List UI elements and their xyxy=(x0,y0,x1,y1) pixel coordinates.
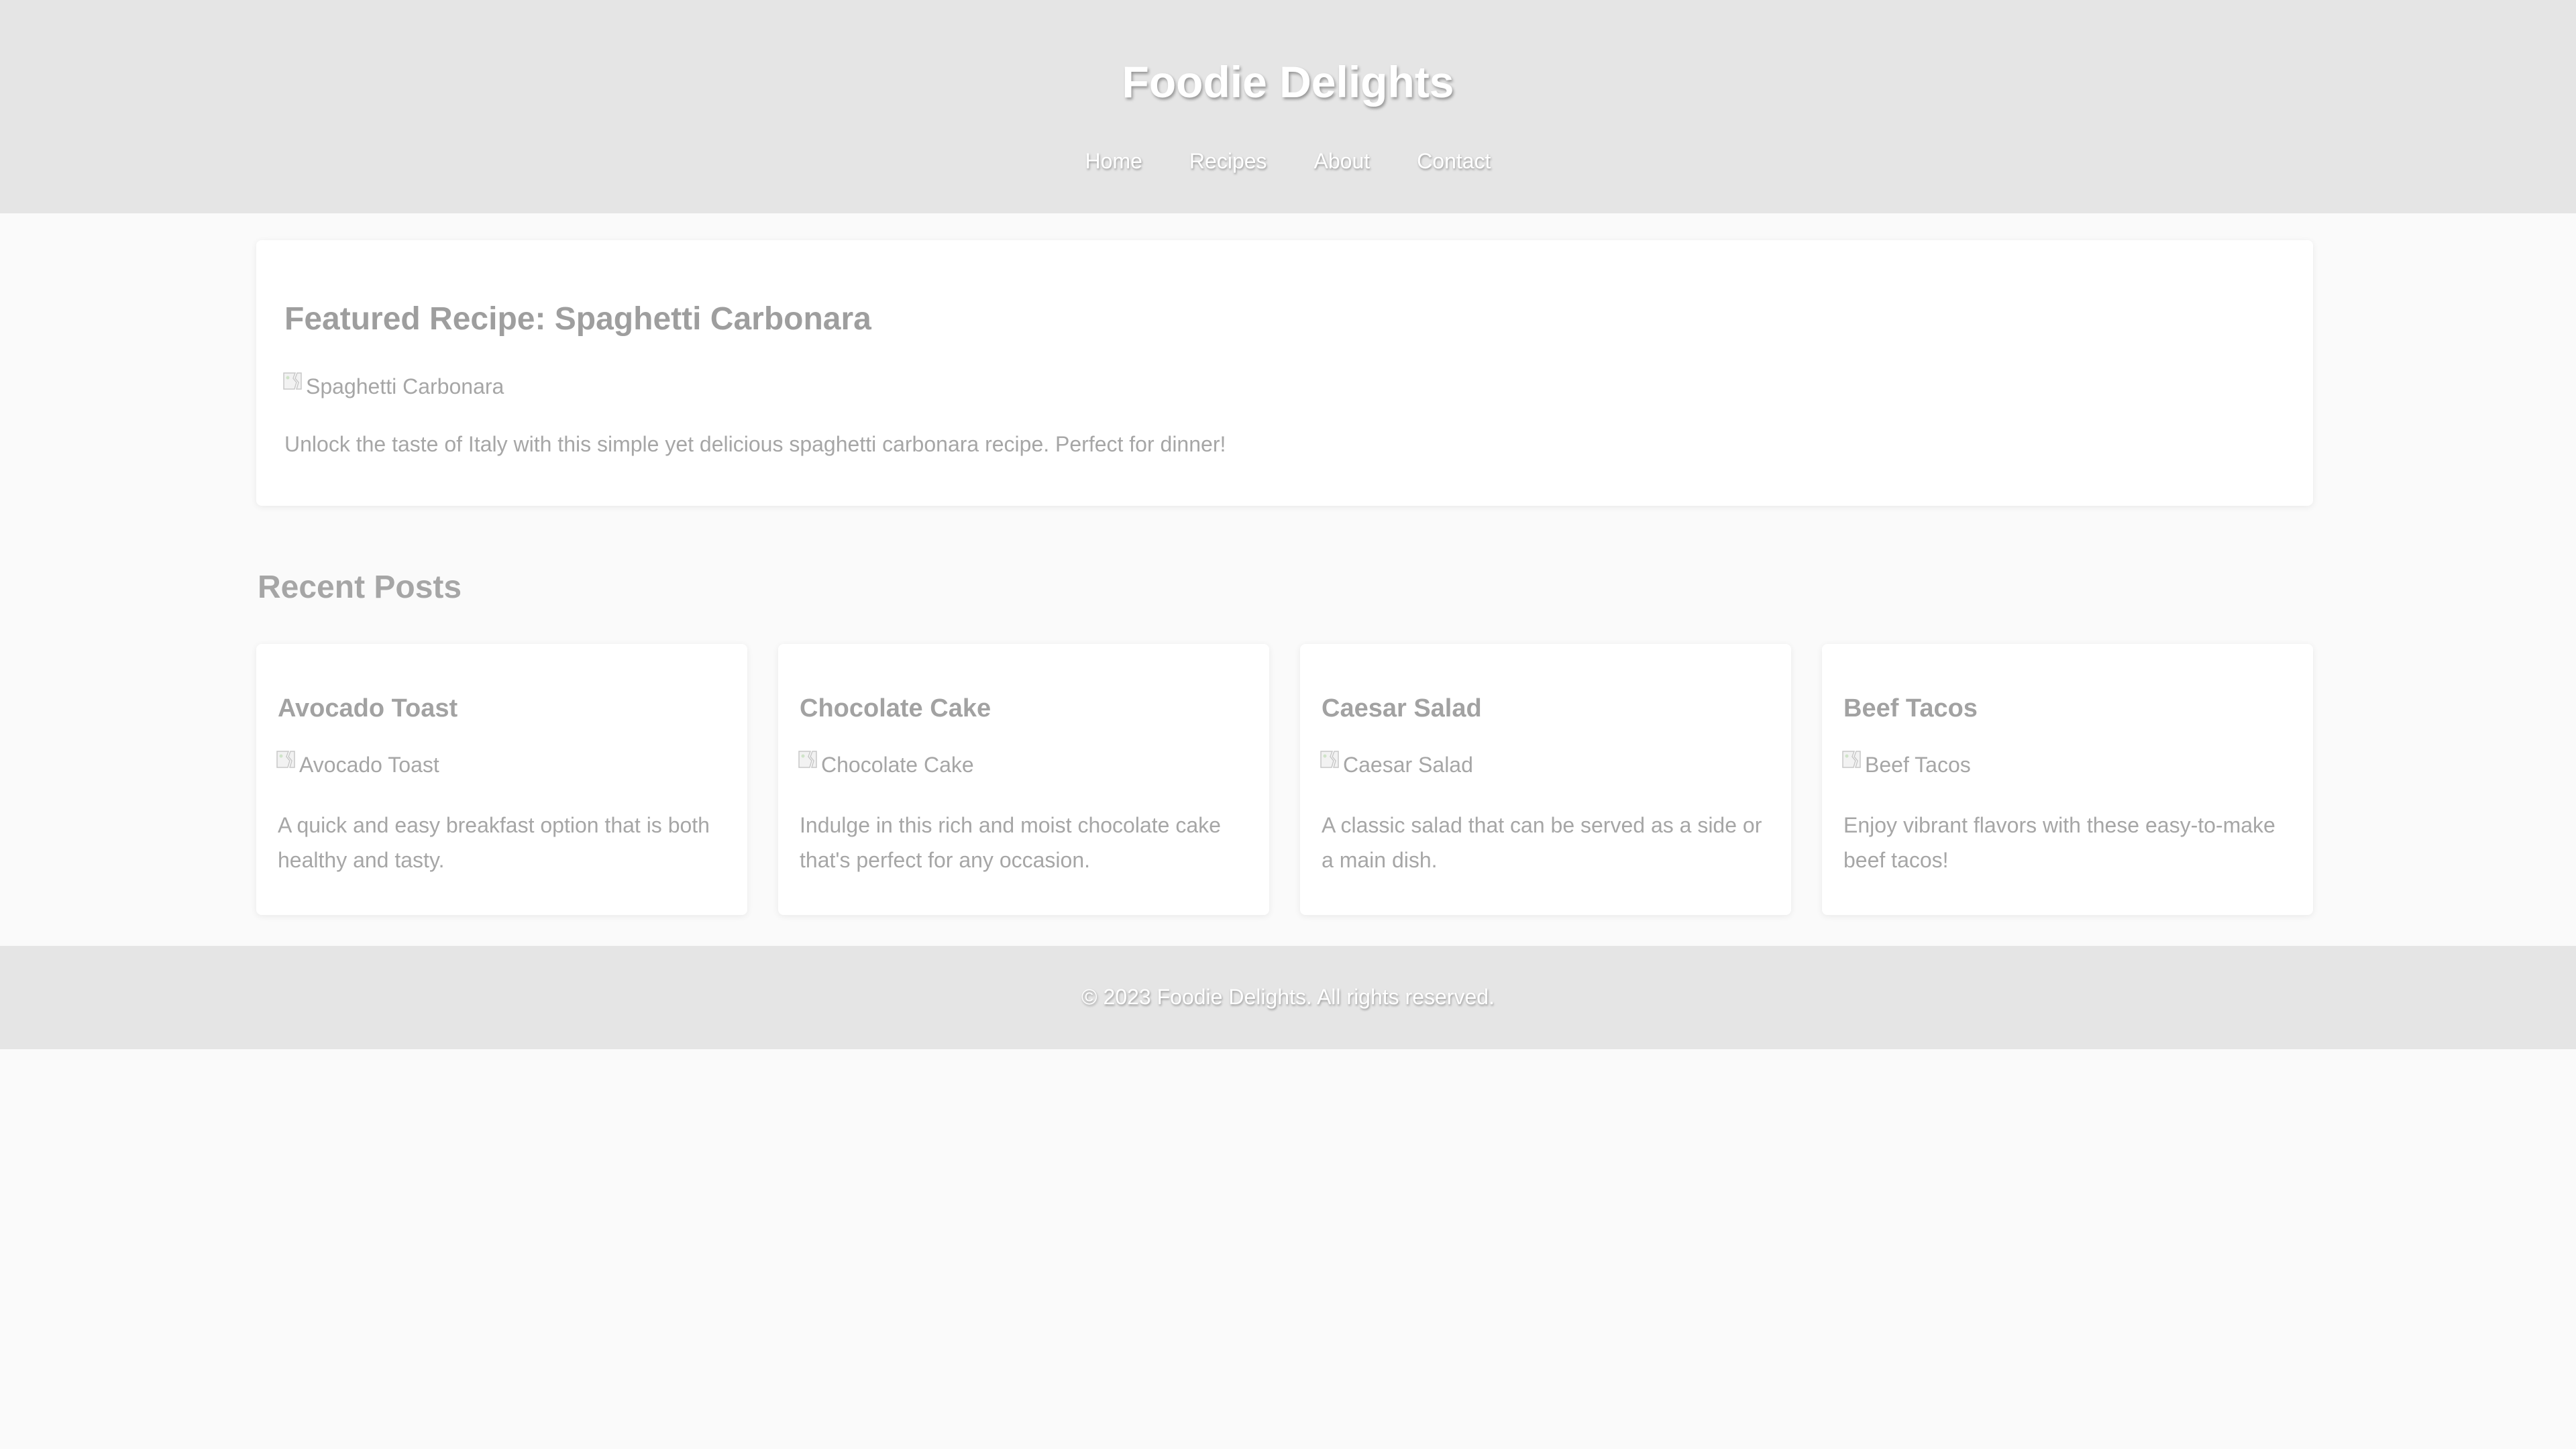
post-image-alt: Avocado Toast xyxy=(299,753,439,777)
post-image-alt: Beef Tacos xyxy=(1865,753,1971,777)
post-image-alt: Chocolate Cake xyxy=(821,753,974,777)
post-title[interactable]: Beef Tacos xyxy=(1843,692,1978,724)
featured-recipe-image: Spaghetti Carbonara xyxy=(282,372,504,400)
post-description: A classic salad that can be served as a … xyxy=(1322,813,1762,872)
broken-image-icon xyxy=(1842,751,1861,768)
post-image: Avocado Toast xyxy=(275,751,439,778)
main-nav: Home Recipes About Contact xyxy=(0,148,2576,174)
featured-recipe-section: Featured Recipe: Spaghetti Carbonara Spa… xyxy=(256,240,2313,506)
post-description: A quick and easy breakfast option that i… xyxy=(278,813,710,872)
nav-recipes-link[interactable]: Recipes xyxy=(1189,148,1267,174)
featured-recipe-image-alt: Spaghetti Carbonara xyxy=(306,374,504,398)
post-image-alt: Caesar Salad xyxy=(1343,753,1473,777)
post-card[interactable]: Caesar Salad Caesar Salad A classic sala… xyxy=(1300,644,1791,915)
post-image: Beef Tacos xyxy=(1841,751,1971,778)
broken-image-icon xyxy=(1320,751,1339,768)
post-image: Chocolate Cake xyxy=(797,751,974,778)
post-description: Enjoy vibrant flavors with these easy-to… xyxy=(1843,813,2275,872)
site-title: Foodie Delights xyxy=(1122,57,1454,107)
featured-recipe-title: Featured Recipe: Spaghetti Carbonara xyxy=(284,301,871,337)
post-card[interactable]: Chocolate Cake Chocolate Cake Indulge in… xyxy=(778,644,1269,915)
broken-image-icon xyxy=(276,751,295,768)
footer-copyright: © 2023 Foodie Delights. All rights reser… xyxy=(1081,985,1495,1009)
post-card[interactable]: Beef Tacos Beef Tacos Enjoy vibrant flav… xyxy=(1822,644,2313,915)
broken-image-icon xyxy=(283,372,302,390)
site-header: Foodie Delights Home Recipes About Conta… xyxy=(0,0,2576,213)
post-title[interactable]: Caesar Salad xyxy=(1322,692,1482,724)
post-card[interactable]: Avocado Toast Avocado Toast A quick and … xyxy=(256,644,747,915)
post-description: Indulge in this rich and moist chocolate… xyxy=(800,813,1221,872)
recent-posts-title: Recent Posts xyxy=(258,570,462,605)
featured-recipe-description: Unlock the taste of Italy with this simp… xyxy=(284,432,1226,456)
post-image: Caesar Salad xyxy=(1319,751,1473,778)
post-title[interactable]: Avocado Toast xyxy=(278,692,458,724)
site-footer: © 2023 Foodie Delights. All rights reser… xyxy=(0,946,2576,1049)
nav-about-link[interactable]: About xyxy=(1314,148,1371,174)
broken-image-icon xyxy=(798,751,817,768)
nav-contact-link[interactable]: Contact xyxy=(1417,148,1491,174)
post-title[interactable]: Chocolate Cake xyxy=(800,692,991,724)
nav-home-link[interactable]: Home xyxy=(1085,148,1142,174)
